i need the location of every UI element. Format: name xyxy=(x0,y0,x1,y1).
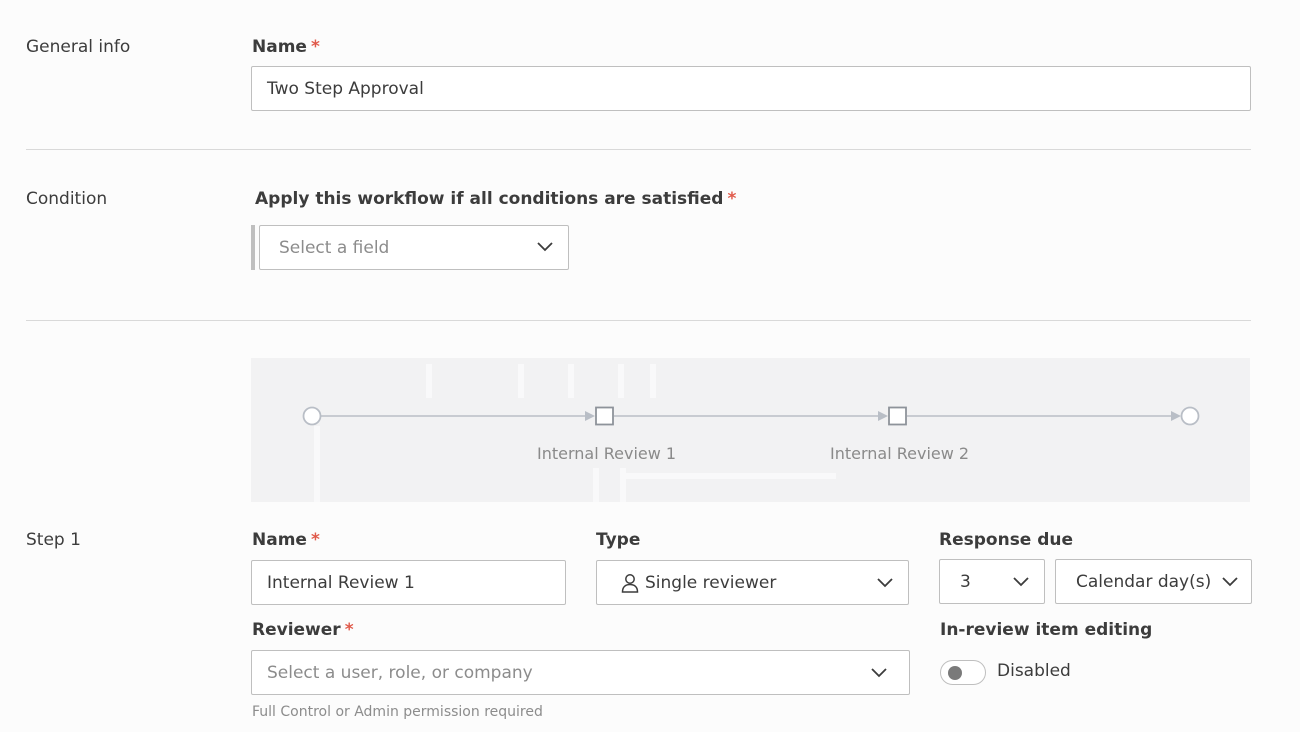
required-marker: * xyxy=(344,620,354,640)
condition-group-bar xyxy=(251,225,255,270)
condition-field-select[interactable]: Select a field xyxy=(259,225,569,270)
name-field-label: Name * xyxy=(252,37,320,57)
workflow-name-input[interactable]: Two Step Approval xyxy=(251,66,1251,111)
required-marker: * xyxy=(310,37,320,57)
diagram-step-label[interactable]: Internal Review 1 xyxy=(537,444,676,463)
divider xyxy=(26,149,1251,150)
in-review-editing-status: Disabled xyxy=(997,661,1071,681)
required-marker: * xyxy=(727,189,737,209)
chevron-down-icon xyxy=(871,668,887,678)
type-value: Single reviewer xyxy=(645,572,777,593)
response-due-label: Response due xyxy=(939,530,1074,550)
in-review-editing-toggle[interactable] xyxy=(940,660,986,685)
chevron-down-icon xyxy=(1013,577,1029,587)
condition-rule-label: Apply this workflow if all conditions ar… xyxy=(255,189,736,209)
condition-field-placeholder: Select a field xyxy=(279,237,390,258)
divider xyxy=(26,320,1251,321)
response-due-unit-value: Calendar day(s) xyxy=(1076,571,1212,592)
diagram-step-label[interactable]: Internal Review 2 xyxy=(830,444,969,463)
response-due-count-value: 3 xyxy=(960,571,971,592)
name-label-text: Name xyxy=(252,37,307,57)
section-label-general-info: General info xyxy=(26,37,131,57)
type-label: Type xyxy=(596,530,641,550)
reviewer-field-label: Reviewer * xyxy=(252,620,354,640)
workflow-diagram: Internal Review 1 Internal Review 2 xyxy=(251,358,1250,502)
response-due-count-select[interactable]: 3 xyxy=(939,559,1045,604)
person-icon xyxy=(621,573,639,593)
reviewer-placeholder: Select a user, role, or company xyxy=(267,662,533,683)
chevron-down-icon xyxy=(877,578,893,588)
type-select[interactable]: Single reviewer xyxy=(596,560,909,605)
step-name-input[interactable]: Internal Review 1 xyxy=(251,560,566,605)
section-label-condition: Condition xyxy=(26,189,108,209)
reviewer-label-text: Reviewer xyxy=(252,620,341,640)
reviewer-select[interactable]: Select a user, role, or company xyxy=(251,650,910,695)
step-name-label-text: Name xyxy=(252,530,307,550)
toggle-knob xyxy=(948,666,962,680)
section-label-step-1: Step 1 xyxy=(26,530,81,550)
chevron-down-icon xyxy=(1222,577,1238,587)
end-node-icon xyxy=(1180,406,1200,426)
condition-rule-text: Apply this workflow if all conditions ar… xyxy=(255,189,724,209)
reviewer-helper-text: Full Control or Admin permission require… xyxy=(252,704,543,720)
chevron-down-icon xyxy=(537,242,553,252)
in-review-editing-label: In-review item editing xyxy=(940,620,1153,640)
step-name-field-label: Name * xyxy=(252,530,320,550)
required-marker: * xyxy=(310,530,320,550)
